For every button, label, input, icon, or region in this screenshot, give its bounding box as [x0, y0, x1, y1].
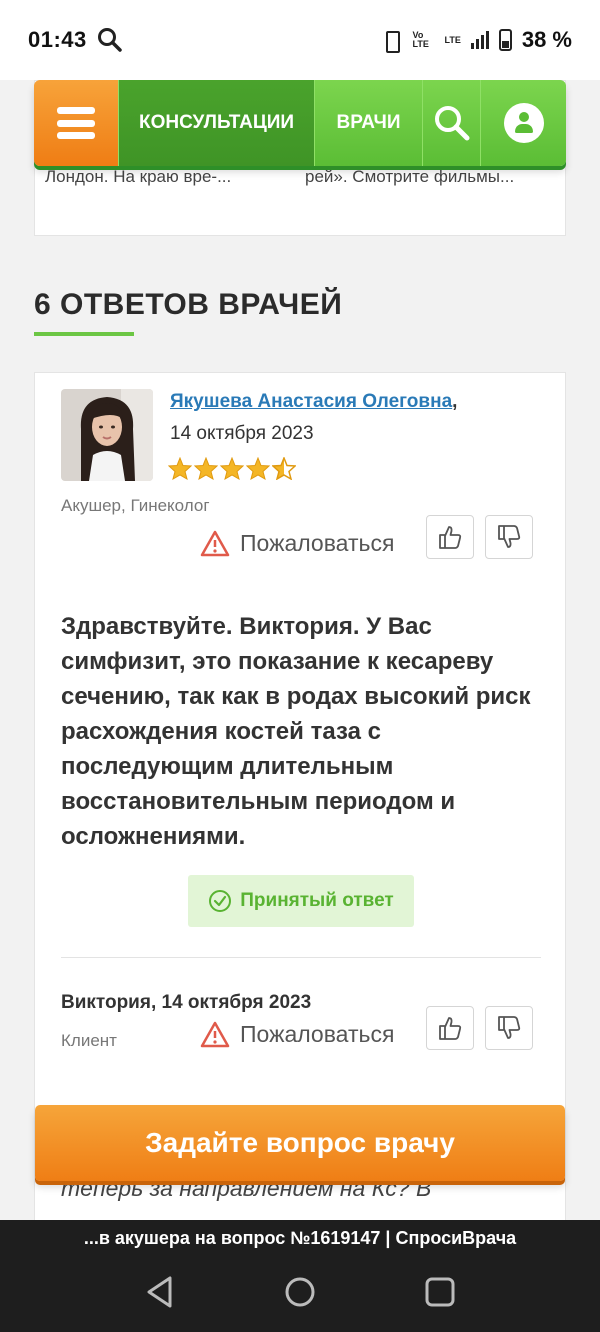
- network-type: LTE: [444, 34, 461, 45]
- doctor-specialty: Акушер, Гинеколог: [61, 496, 210, 515]
- status-bar: 01:43 Vo LTE LTE 38 %: [0, 0, 600, 80]
- vibrate-icon: [379, 29, 403, 53]
- thumbs-down-icon: [498, 1016, 521, 1039]
- client-complain-label[interactable]: Пожаловаться: [240, 1021, 394, 1048]
- star-icon: [246, 457, 270, 480]
- page-content[interactable]: Лондон. На краю вре-... рей». Смотрите ф…: [0, 80, 600, 1220]
- divider: [61, 957, 541, 958]
- browser-tab-title[interactable]: ...в акушера на вопрос №1619147 | Спроси…: [0, 1220, 600, 1256]
- top-navbar: КОНСУЛЬТАЦИИ ВРАЧИ: [34, 80, 566, 166]
- client-dislike-button[interactable]: [485, 1006, 533, 1050]
- home-icon: [285, 1277, 315, 1306]
- system-navigation-bar: [0, 1256, 600, 1332]
- client-like-button[interactable]: [426, 1006, 474, 1050]
- search-icon: [434, 106, 469, 141]
- back-icon: [147, 1276, 172, 1307]
- warning-icon: [200, 1021, 230, 1048]
- thumbs-down-icon: [498, 525, 521, 548]
- battery-icon: [498, 29, 512, 51]
- client-author-date: Виктория, 14 октября 2023: [61, 992, 312, 1013]
- answer-card: Якушева Анастасия Олеговна, 14 октября 2…: [34, 372, 566, 1220]
- status-time: 01:43: [28, 27, 87, 52]
- like-button[interactable]: [426, 515, 474, 559]
- doctor-name[interactable]: Якушева Анастасия Олеговна: [170, 391, 452, 412]
- ask-doctor-button[interactable]: Задайте вопрос врачу: [35, 1105, 565, 1181]
- client-role: Клиент: [61, 1031, 117, 1050]
- star-icon: [194, 457, 218, 480]
- doctor-avatar[interactable]: [61, 389, 153, 481]
- answer-text: Здравствуйте. Виктория. У Вас симфизит, …: [61, 613, 531, 850]
- name-comma: ,: [452, 391, 458, 412]
- dislike-button[interactable]: [485, 515, 533, 559]
- related-article-left[interactable]: Лондон. На краю вре-...: [45, 167, 231, 187]
- answers-title: 6 ОТВЕТОВ ВРАЧЕЙ: [34, 288, 343, 321]
- half-star-icon: [272, 457, 296, 480]
- recents-button[interactable]: [424, 1276, 456, 1313]
- title-underline: [34, 332, 134, 336]
- answer-date: 14 октября 2023: [170, 423, 314, 444]
- star-icon: [168, 457, 192, 480]
- nav-consultations[interactable]: КОНСУЛЬТАЦИИ: [118, 80, 314, 166]
- search-icon: [97, 27, 123, 53]
- star-icon: [220, 457, 244, 480]
- accepted-answer-badge: Принятый ответ: [188, 875, 414, 927]
- doctor-rating: [168, 457, 296, 480]
- related-article-right[interactable]: рей». Смотрите фильмы...: [305, 167, 514, 187]
- doctor-name-link[interactable]: Якушева Анастасия Олеговна,: [170, 391, 457, 413]
- user-icon: [503, 103, 544, 143]
- back-button[interactable]: [144, 1275, 176, 1314]
- nav-search-button[interactable]: [422, 80, 480, 166]
- signal-icon: [470, 31, 489, 49]
- thumbs-up-icon: [439, 526, 462, 549]
- recents-icon: [425, 1277, 455, 1306]
- menu-button[interactable]: [34, 80, 118, 166]
- thumbs-up-icon: [439, 1017, 462, 1040]
- check-circle-icon: [209, 890, 232, 912]
- nav-doctors[interactable]: ВРАЧИ: [314, 80, 422, 166]
- battery-percent: 38 %: [521, 27, 572, 52]
- volte-label: Vo LTE: [412, 30, 429, 49]
- menu-icon: [57, 107, 95, 139]
- complain-label[interactable]: Пожаловаться: [240, 530, 394, 557]
- accepted-label: Принятый ответ: [240, 890, 394, 911]
- home-button[interactable]: [283, 1275, 317, 1314]
- warning-icon: [200, 530, 230, 557]
- nav-user-button[interactable]: [480, 80, 566, 166]
- client-complain-link[interactable]: Пожаловаться: [200, 1021, 394, 1048]
- complain-link[interactable]: Пожаловаться: [200, 530, 394, 557]
